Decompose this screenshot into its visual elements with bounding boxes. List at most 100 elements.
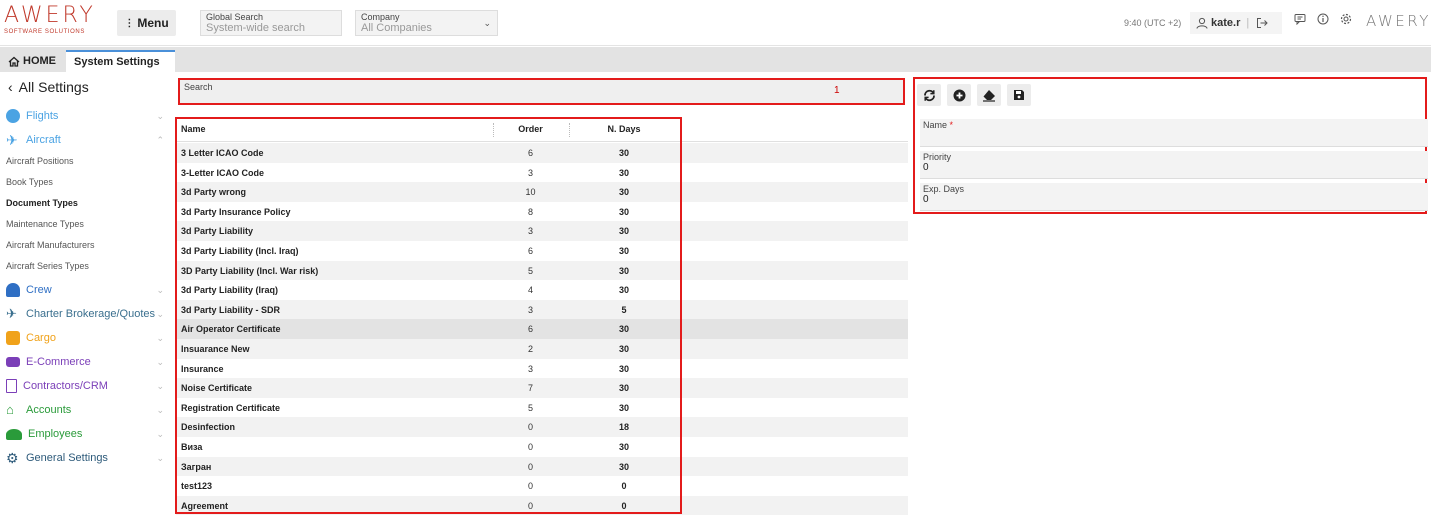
sidebar-item-label: Cargo — [26, 332, 56, 344]
sidebar-item-employees[interactable]: Employees ⌄ — [6, 424, 168, 444]
sidebar-item-contractors[interactable]: Contractors/CRM ⌄ — [6, 376, 168, 396]
table-row[interactable]: 3d Party wrong 10 30 — [176, 182, 908, 202]
clear-button[interactable] — [977, 84, 1001, 106]
cell-name: Air Operator Certificate — [181, 324, 281, 335]
sidebar-item-charter[interactable]: ✈ Charter Brokerage/Quotes ⌄ — [6, 304, 168, 324]
sidebar-item-flights[interactable]: Flights ⌄ — [6, 106, 168, 126]
cell-days: 30 — [618, 442, 629, 452]
sidebar-item-cargo[interactable]: Cargo ⌄ — [6, 328, 168, 348]
column-header-order[interactable]: Order — [494, 124, 567, 134]
cell-days: 30 — [618, 206, 629, 217]
cell-order: 5 — [527, 402, 533, 413]
save-button[interactable] — [1007, 84, 1031, 106]
sidebar-item-accounts[interactable]: ⌂ Accounts ⌄ — [6, 400, 168, 420]
name-label-wrap: Name * — [923, 120, 1425, 130]
gear-icon[interactable] — [1339, 13, 1353, 27]
table-row[interactable]: 3d Party Insurance Policy 8 30 — [176, 202, 908, 222]
cell-name: test123 — [181, 481, 213, 492]
edit-panel: Name * Priority 0 Exp. Days 0 — [913, 77, 1428, 214]
sidebar-subitem-document-types[interactable]: Document Types — [6, 198, 78, 208]
name-label: Name — [923, 120, 948, 130]
tab-bar: HOME System Settings — [0, 47, 1431, 72]
cell-days: 0 — [621, 481, 627, 492]
cell-days: 30 — [618, 187, 629, 198]
exp-days-value[interactable]: 0 — [923, 194, 1425, 206]
global-search-label: Global Search — [206, 12, 264, 22]
cell-order: 6 — [527, 324, 533, 335]
table-row[interactable]: Agreement 0 0 — [176, 495, 908, 516]
company-select[interactable]: Company All Companies ⌄ — [355, 10, 498, 36]
brand-text-right: AWERY — [1366, 12, 1431, 30]
sidebar-item-ecommerce[interactable]: E-Commerce ⌄ — [6, 352, 168, 372]
money-icon — [6, 357, 20, 367]
logo-text: AWERY — [4, 3, 96, 28]
priority-value[interactable]: 0 — [923, 162, 1425, 174]
awery-logo[interactable]: AWERY SOFTWARE SOLUTIONS — [4, 5, 104, 39]
tab-home[interactable]: HOME — [0, 50, 64, 72]
table-row[interactable]: 3d Party Liability 3 30 — [176, 221, 908, 241]
sidebar-subitem-aircraft-manufacturers[interactable]: Aircraft Manufacturers — [6, 240, 95, 250]
cell-name: Registration Certificate — [181, 402, 281, 413]
cell-order: 0 — [527, 422, 533, 433]
cell-days: 5 — [621, 304, 627, 315]
logout-icon[interactable] — [1256, 17, 1268, 29]
sidebar-item-aircraft[interactable]: ✈ Aircraft ⌃ — [6, 130, 168, 150]
priority-field[interactable]: Priority 0 — [920, 151, 1428, 179]
table-row[interactable]: Виза 0 30 — [176, 437, 908, 457]
required-marker: * — [949, 120, 954, 130]
cell-days: 30 — [618, 363, 629, 374]
table-row[interactable]: Insurance 3 30 — [176, 359, 908, 379]
chevron-down-icon: ⌄ — [156, 332, 164, 343]
add-button[interactable] — [947, 84, 971, 106]
sidebar-subitem-maintenance-types[interactable]: Maintenance Types — [6, 219, 84, 229]
table-row[interactable]: 3-Letter ICAO Code 3 30 — [176, 163, 908, 183]
all-settings-back[interactable]: ‹ All Settings — [8, 79, 89, 95]
info-icon[interactable] — [1316, 13, 1330, 27]
table-row[interactable]: 3d Party Liability (Iraq) 4 30 — [176, 280, 908, 300]
refresh-button[interactable] — [917, 84, 941, 106]
user-button[interactable]: kate.r | — [1190, 12, 1282, 34]
table-row[interactable]: 3d Party Liability (Incl. Iraq) 6 30 — [176, 241, 908, 261]
table-row[interactable]: 3d Party Liability - SDR 3 5 — [176, 299, 908, 320]
column-header-days[interactable]: N. Days — [570, 124, 678, 134]
sidebar-subitem-aircraft-positions[interactable]: Aircraft Positions — [6, 156, 74, 166]
search-field[interactable]: Search — [178, 78, 905, 105]
table-row[interactable]: 3D Party Liability (Incl. War risk) 5 30 — [176, 260, 908, 281]
global-search-input[interactable]: System-wide search — [206, 22, 336, 35]
chevron-down-icon: ⌄ — [156, 284, 164, 295]
table-row[interactable]: Registration Certificate 5 30 — [176, 398, 908, 418]
sidebar-item-general-settings[interactable]: ⚙ General Settings ⌄ — [6, 448, 168, 468]
chat-icon[interactable] — [1293, 13, 1307, 27]
cell-name: 3D Party Liability (Incl. War risk) — [181, 265, 319, 276]
cell-order: 3 — [527, 304, 533, 315]
global-search-field[interactable]: Global Search System-wide search — [200, 10, 342, 36]
tab-system-settings[interactable]: System Settings — [66, 50, 175, 72]
table-row[interactable]: Загран 0 30 — [176, 456, 908, 477]
eraser-icon — [983, 89, 995, 102]
table-row[interactable]: Air Operator Certificate 6 30 — [176, 319, 908, 339]
cell-days: 30 — [618, 148, 629, 158]
sidebar-item-crew[interactable]: Crew ⌄ — [6, 280, 168, 300]
table-row[interactable]: 3 Letter ICAO Code 6 30 — [176, 143, 908, 163]
sidebar-item-label: Contractors/CRM — [23, 380, 108, 392]
cell-order: 3 — [527, 363, 533, 374]
airplane-icon: ✈ — [6, 132, 18, 148]
name-field[interactable]: Name * — [920, 119, 1428, 147]
cell-name: 3d Party wrong — [181, 187, 247, 198]
cell-order: 3 — [527, 226, 533, 237]
menu-button[interactable]: ⋮ Menu — [117, 10, 176, 36]
user-icon — [1196, 17, 1208, 29]
column-header-name[interactable]: Name — [181, 124, 206, 134]
cell-days: 30 — [618, 265, 629, 276]
crew-icon — [6, 283, 20, 297]
table-row[interactable]: Insuarance New 2 30 — [176, 339, 908, 359]
table-row[interactable]: Noise Certificate 7 30 — [176, 378, 908, 398]
sidebar-subitem-aircraft-series-types[interactable]: Aircraft Series Types — [6, 261, 89, 271]
sidebar-subitem-book-types[interactable]: Book Types — [6, 177, 53, 187]
sidebar-item-label: Aircraft — [26, 134, 61, 146]
table-row[interactable]: Desinfection 0 18 — [176, 417, 908, 437]
exp-days-field[interactable]: Exp. Days 0 — [920, 183, 1428, 211]
table-row[interactable]: test123 0 0 — [176, 476, 908, 496]
cargo-icon — [6, 331, 20, 345]
building-icon — [6, 379, 17, 393]
